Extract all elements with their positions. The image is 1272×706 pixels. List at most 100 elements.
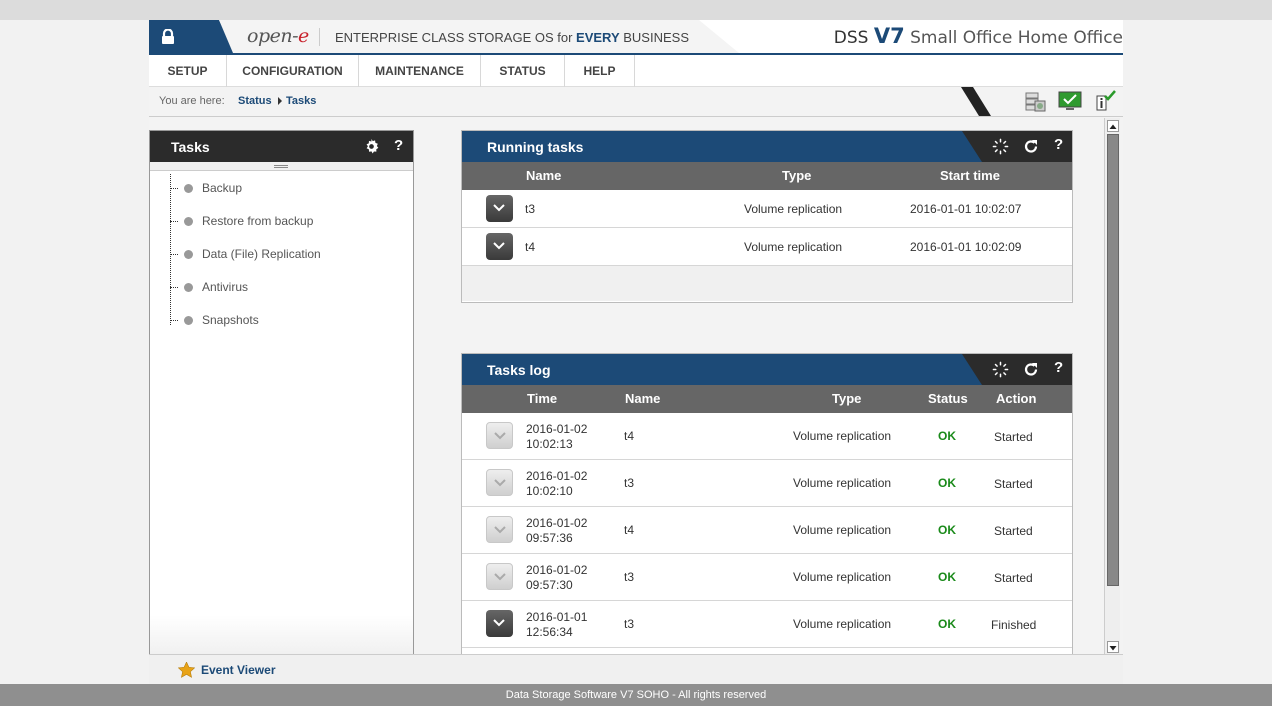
bullet-icon (184, 184, 193, 193)
monitor-ok-icon[interactable] (1058, 89, 1082, 113)
log-time: 10:02:13 (526, 437, 573, 451)
log-type: Volume replication (793, 476, 892, 490)
log-action: Started (994, 524, 1033, 538)
chevron-down-icon (493, 619, 505, 627)
expand-button[interactable] (486, 195, 513, 222)
column-type[interactable]: Type (832, 391, 861, 406)
scroll-up-button[interactable] (1107, 120, 1119, 132)
bullet-icon (184, 283, 193, 292)
app-window: open-e ENTERPRISE CLASS STORAGE OS for E… (149, 20, 1123, 686)
menu-configuration[interactable]: CONFIGURATION (227, 55, 359, 87)
column-time[interactable]: Time (527, 391, 557, 406)
log-time: 09:57:30 (526, 578, 573, 592)
log-name: t3 (624, 476, 635, 490)
log-type: Volume replication (793, 523, 892, 537)
sidebar-item-label: Snapshots (202, 313, 259, 327)
panel-header: Tasks log ? (462, 354, 1072, 385)
menu-maintenance[interactable]: MAINTENANCE (359, 55, 481, 87)
lock-button[interactable] (149, 20, 219, 53)
menu-setup[interactable]: SETUP (149, 55, 227, 87)
table-header: Time Name Type Status Action (462, 385, 1072, 413)
expand-button[interactable] (486, 516, 513, 543)
column-status[interactable]: Status (928, 391, 968, 406)
refresh-icon[interactable] (1023, 361, 1039, 378)
chevron-down-icon (494, 526, 506, 534)
app-header: open-e ENTERPRISE CLASS STORAGE OS for E… (149, 20, 1123, 55)
task-type: Volume replication (744, 240, 843, 254)
log-time: 12:56:34 (526, 625, 573, 639)
footer: Data Storage Software V7 SOHO - All righ… (0, 684, 1272, 706)
sidebar-item-data-replication[interactable]: Data (File) Replication (170, 245, 400, 265)
arrow-up-icon (1109, 124, 1117, 129)
log-action: Started (994, 571, 1033, 585)
column-action[interactable]: Action (996, 391, 1036, 406)
log-action: Finished (991, 618, 1037, 632)
expand-button[interactable] (486, 233, 513, 260)
scroll-down-button[interactable] (1107, 641, 1119, 653)
table-row: 2016-01-02 10:02:13 t4 Volume replicatio… (462, 413, 1072, 460)
log-type: Volume replication (793, 429, 892, 443)
breadcrumb-status[interactable]: Status (238, 95, 272, 107)
bullet-icon (184, 316, 193, 325)
column-name[interactable]: Name (526, 168, 561, 183)
sidebar-item-restore[interactable]: Restore from backup (170, 212, 400, 232)
tagline: ENTERPRISE CLASS STORAGE OS for EVERY BU… (335, 30, 689, 45)
log-type: Volume replication (793, 570, 892, 584)
sidebar-item-label: Antivirus (202, 280, 249, 294)
event-viewer-bar: Event Viewer (149, 654, 1123, 684)
content-scrollbar[interactable] (1104, 118, 1120, 655)
status-badge: OK (938, 523, 956, 537)
expand-button[interactable] (486, 469, 513, 496)
sidebar-item-label: Backup (202, 181, 243, 195)
browser-top-strip (0, 0, 1272, 20)
sidebar-item-snapshots[interactable]: Snapshots (170, 311, 400, 331)
table-row: t3 Volume replication 2016-01-01 10:02:0… (462, 190, 1072, 228)
expand-button[interactable] (486, 563, 513, 590)
log-name: t3 (624, 617, 635, 631)
menu-help[interactable]: HELP (565, 55, 635, 87)
log-name: t3 (624, 570, 635, 584)
log-name: t4 (624, 523, 635, 537)
expand-button[interactable] (486, 610, 513, 637)
auto-refresh-icon[interactable] (992, 361, 1009, 378)
product-name: DSS V7 Small Office Home Office (833, 24, 1123, 48)
lock-icon (162, 29, 174, 44)
log-name: t4 (624, 429, 635, 443)
sidebar-resize-handle[interactable] (150, 162, 413, 171)
log-date: 2016-01-01 (526, 610, 588, 624)
bullet-icon (184, 250, 193, 259)
scroll-thumb[interactable] (1107, 134, 1119, 586)
tasks-sidebar: Tasks ? Backup Restore from backup Data … (149, 130, 414, 656)
menu-status[interactable]: STATUS (481, 55, 565, 87)
log-time: 10:02:10 (526, 484, 573, 498)
sidebar-item-label: Restore from backup (202, 214, 314, 228)
chevron-down-icon (494, 573, 506, 581)
log-time: 09:57:36 (526, 531, 573, 545)
column-start-time[interactable]: Start time (940, 168, 1000, 183)
table-row: 2016-01-02 09:57:36 t4 Volume replicatio… (462, 507, 1072, 554)
panel-footer (462, 266, 1072, 301)
task-start-time: 2016-01-01 10:02:07 (910, 202, 1022, 216)
sidebar-help-button[interactable]: ? (394, 137, 403, 154)
storage-status-icon[interactable] (1023, 89, 1047, 113)
log-date: 2016-01-02 (526, 422, 588, 436)
refresh-icon[interactable] (1023, 138, 1039, 155)
breadcrumb-tasks[interactable]: Tasks (286, 95, 316, 107)
task-start-time: 2016-01-01 10:02:09 (910, 240, 1022, 254)
expand-button[interactable] (486, 422, 513, 449)
breadcrumb-wedge (961, 87, 991, 116)
column-name[interactable]: Name (625, 391, 660, 406)
event-viewer-link[interactable]: Event Viewer (201, 663, 275, 677)
footer-copyright: Data Storage Software V7 SOHO - All righ… (505, 689, 767, 701)
sidebar-item-antivirus[interactable]: Antivirus (170, 278, 400, 298)
sidebar-footer-fade (150, 615, 413, 655)
gear-icon[interactable] (364, 139, 379, 154)
auto-refresh-icon[interactable] (992, 138, 1009, 155)
sidebar-item-backup[interactable]: Backup (170, 179, 400, 199)
column-type[interactable]: Type (782, 168, 811, 183)
help-button[interactable]: ? (1054, 136, 1063, 153)
help-button[interactable]: ? (1054, 359, 1063, 376)
chevron-down-icon (494, 432, 506, 440)
info-check-icon[interactable] (1093, 89, 1117, 113)
panel-title: Tasks log (487, 362, 551, 378)
